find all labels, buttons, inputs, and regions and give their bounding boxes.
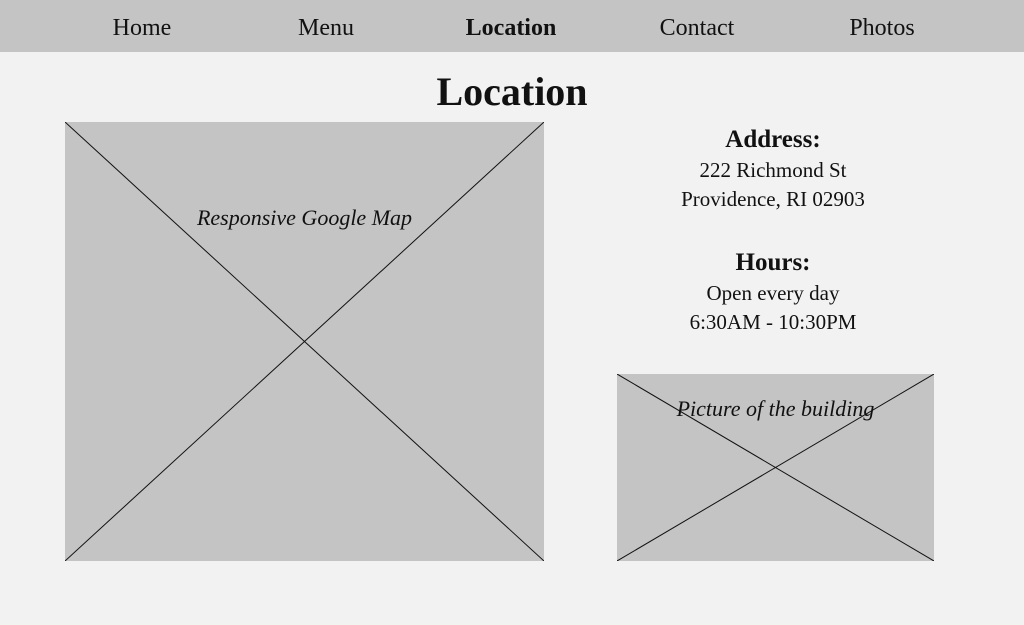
nav-item-menu[interactable]: Menu — [246, 12, 406, 44]
address-line-2: Providence, RI 02903 — [681, 187, 865, 211]
building-photo-label: Picture of the building — [676, 396, 875, 421]
nav-item-contact[interactable]: Contact — [617, 12, 777, 44]
building-photo-placeholder: Picture of the building — [617, 374, 934, 561]
nav-item-photos[interactable]: Photos — [802, 12, 962, 44]
map-label: Responsive Google Map — [196, 205, 413, 230]
page-title: Location — [436, 69, 588, 114]
top-navbar: Home Menu Location Contact Photos — [0, 0, 1024, 52]
nav-item-location[interactable]: Location — [431, 12, 591, 44]
map-placeholder[interactable]: Responsive Google Map — [65, 122, 544, 561]
hours-line-1: Open every day — [706, 281, 840, 305]
address-block: Address: 222 Richmond St Providence, RI … — [600, 124, 946, 214]
placeholder-cross-icon — [65, 122, 544, 561]
address-line-1: 222 Richmond St — [699, 158, 847, 182]
hours-line-2: 6:30AM - 10:30PM — [689, 310, 857, 334]
hours-heading: Hours: — [735, 249, 811, 276]
nav-item-home[interactable]: Home — [62, 12, 222, 44]
hours-block: Hours: Open every day 6:30AM - 10:30PM — [600, 247, 946, 337]
address-heading: Address: — [725, 126, 821, 153]
